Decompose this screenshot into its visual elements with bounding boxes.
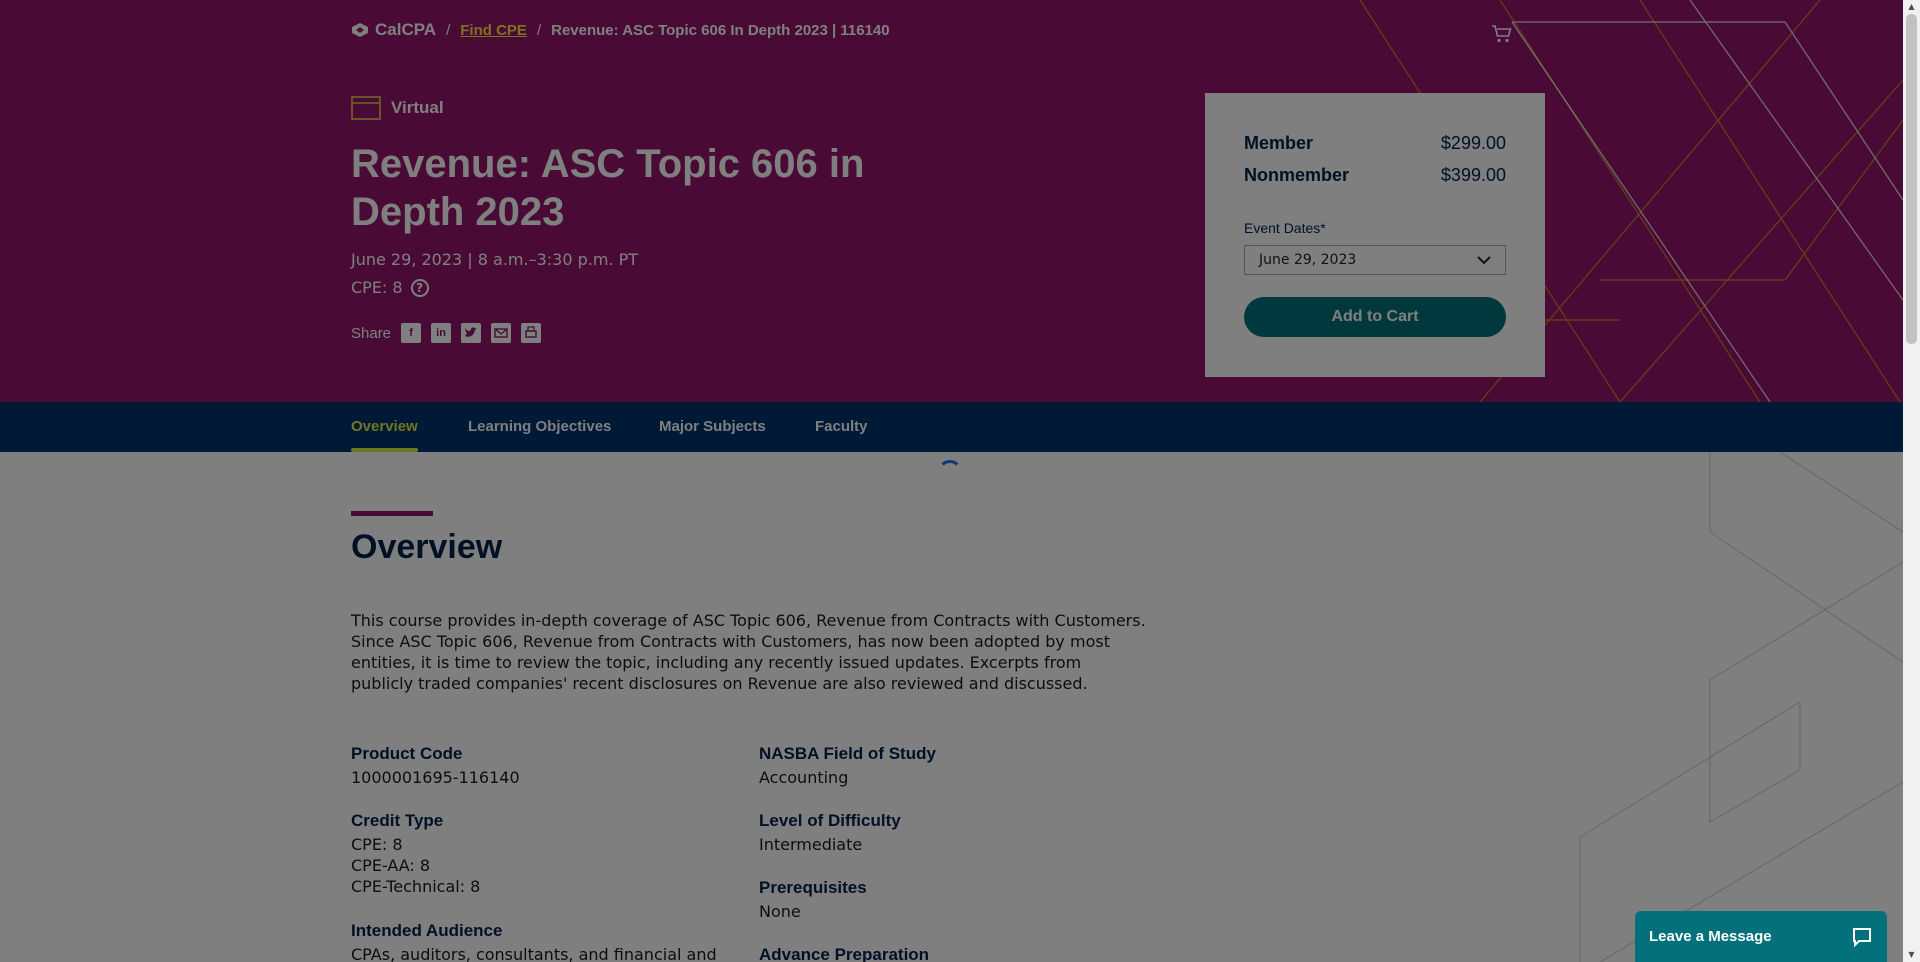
section-tabs: Overview Learning Objectives Major Subje… (0, 402, 1903, 452)
field-of-study-label: NASBA Field of Study (759, 744, 936, 763)
product-code-item: Product Code 1000001695-116140 (351, 744, 731, 788)
email-icon[interactable] (491, 323, 512, 343)
nonmember-price: $399.00 (1440, 165, 1506, 185)
chat-bubble-icon (1853, 927, 1871, 947)
vertical-scrollbar[interactable]: ▲ ▼ (1903, 0, 1920, 962)
scroll-down-icon[interactable]: ▼ (1903, 948, 1920, 962)
course-cpe: CPE: 8 ? (351, 278, 429, 297)
course-format: Virtual (351, 96, 444, 120)
breadcrumb: CalCPA / Find CPE / Revenue: ASC Topic 6… (351, 20, 890, 40)
member-price: $299.00 (1440, 133, 1506, 153)
prerequisites-item: Prerequisites None (759, 878, 1139, 922)
calcpa-logo-icon (352, 23, 368, 37)
cart-icon[interactable] (1490, 22, 1514, 46)
credit-type-value: CPE-Technical: 8 (351, 877, 481, 896)
linkedin-icon[interactable]: in (431, 323, 452, 343)
chat-widget[interactable]: Leave a Message (1635, 911, 1887, 962)
scroll-up-icon[interactable]: ▲ (1903, 0, 1920, 14)
overview-heading: Overview (351, 528, 503, 566)
format-label: Virtual (391, 98, 444, 117)
tab-faculty[interactable]: Faculty (815, 402, 868, 452)
course-dates: June 29, 2023 | 8 a.m.–3:30 p.m. PT (351, 250, 639, 269)
share-label: Share (351, 324, 392, 342)
loading-spinner (938, 460, 962, 484)
intended-audience-label: Intended Audience (351, 921, 503, 940)
product-code-label: Product Code (351, 744, 463, 763)
pricing-card: Member $299.00 Nonmember $399.00 Event D… (1205, 93, 1545, 377)
logo-text: CalCPA (375, 20, 437, 39)
difficulty-item: Level of Difficulty Intermediate (759, 811, 1139, 855)
virtual-screen-icon (351, 96, 381, 120)
breadcrumb-separator: / (446, 21, 451, 39)
chevron-down-icon (1477, 255, 1491, 264)
scrollbar-thumb[interactable] (1906, 14, 1917, 344)
credit-type-value: CPE: 8 (351, 835, 403, 854)
field-of-study-value: Accounting (759, 768, 849, 787)
intended-audience-item: Intended Audience CPAs, auditors, consul… (351, 921, 731, 962)
event-dates-label: Event Dates* (1244, 220, 1326, 236)
hero-banner: CalCPA / Find CPE / Revenue: ASC Topic 6… (0, 0, 1903, 402)
difficulty-label: Level of Difficulty (759, 811, 901, 830)
credit-type-label: Credit Type (351, 811, 444, 830)
cpe-value: CPE: 8 (351, 278, 403, 297)
advance-preparation-item: Advance Preparation (759, 945, 1139, 962)
event-dates-select[interactable]: June 29, 2023 (1244, 245, 1506, 275)
breadcrumb-separator: / (536, 21, 542, 39)
twitter-icon[interactable] (461, 323, 482, 343)
product-code-value: 1000001695-116140 (351, 768, 520, 787)
field-of-study-item: NASBA Field of Study Accounting (759, 744, 1139, 788)
print-icon[interactable] (521, 323, 542, 343)
add-to-cart-button[interactable]: Add to Cart (1244, 297, 1506, 337)
section-accent-bar (351, 511, 433, 516)
credit-type-value: CPE-AA: 8 (351, 856, 431, 875)
nonmember-price-row: Nonmember $399.00 (1244, 165, 1506, 186)
chat-label: Leave a Message (1649, 928, 1772, 945)
share-bar: Share f in (351, 323, 542, 343)
tab-major-subjects[interactable]: Major Subjects (659, 402, 766, 452)
course-title: Revenue: ASC Topic 606 in Depth 2023 (351, 142, 865, 234)
prerequisites-label: Prerequisites (759, 878, 867, 897)
advance-preparation-label: Advance Preparation (759, 945, 930, 962)
event-date-selected: June 29, 2023 (1259, 252, 1357, 268)
tab-overview[interactable]: Overview (351, 402, 418, 452)
member-price-row: Member $299.00 (1244, 133, 1506, 154)
breadcrumb-find-cpe-link[interactable]: Find CPE (460, 22, 527, 39)
nonmember-label: Nonmember (1244, 165, 1350, 185)
decorative-lines (1359, 0, 1903, 402)
calcpa-logo[interactable]: CalCPA (351, 20, 436, 40)
help-icon[interactable]: ? (410, 278, 429, 297)
prerequisites-value: None (759, 902, 801, 921)
facebook-icon[interactable]: f (401, 323, 422, 343)
member-label: Member (1244, 133, 1314, 153)
difficulty-value: Intermediate (759, 835, 863, 854)
page: CalCPA / Find CPE / Revenue: ASC Topic 6… (0, 0, 1903, 962)
breadcrumb-current: Revenue: ASC Topic 606 In Depth 2023 | 1… (551, 21, 890, 39)
tab-learning-objectives[interactable]: Learning Objectives (468, 402, 611, 452)
credit-type-item: Credit Type CPE: 8 CPE-AA: 8 CPE-Technic… (351, 811, 731, 897)
intended-audience-value: CPAs, auditors, consultants, and financi… (351, 945, 717, 962)
overview-description: This course provides in-depth coverage o… (351, 611, 1146, 693)
content-area: Overview This course provides in-depth c… (0, 452, 1903, 962)
